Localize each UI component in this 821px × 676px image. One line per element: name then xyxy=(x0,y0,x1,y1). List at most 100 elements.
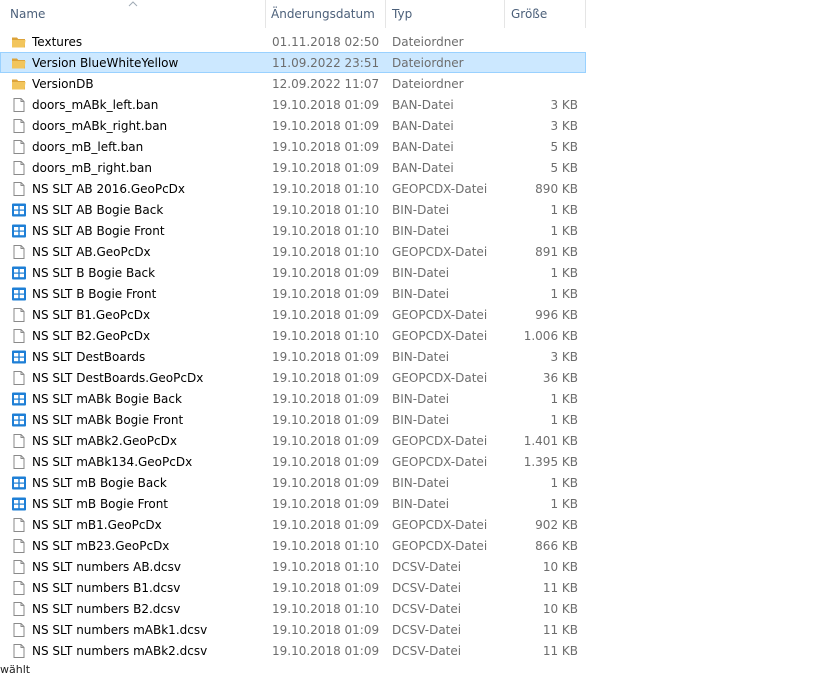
file-size: 11 KB xyxy=(542,644,578,658)
file-row[interactable]: NS SLT numbers AB.dcsv 19.10.2018 01:10 DC… xyxy=(0,556,586,577)
file-row[interactable]: NS SLT mABk Bogie Front 19.10.2018 01:09 B… xyxy=(0,409,586,430)
file-row[interactable]: doors_mABk_right.ban 19.10.2018 01:09 BAN-… xyxy=(0,115,586,136)
file-type: GEOPCDX-Datei xyxy=(392,182,488,196)
file-size: 5 KB xyxy=(550,140,578,154)
file-type: Dateiordner xyxy=(392,77,464,91)
column-header-name-label: Name xyxy=(10,7,46,21)
file-date: 19.10.2018 01:10 xyxy=(272,602,380,616)
file-size: 10 KB xyxy=(542,602,578,616)
file-date: 19.10.2018 01:09 xyxy=(272,413,380,427)
file-row[interactable]: VersionDB 12.09.2022 11:07 Dateiordner xyxy=(0,73,586,94)
file-name: NS SLT numbers mABk2.dcsv xyxy=(32,644,208,658)
file-row[interactable]: doors_mABk_left.ban 19.10.2018 01:09 BAN-D… xyxy=(0,94,586,115)
column-header-size[interactable]: Größe xyxy=(505,0,586,28)
file-date: 19.10.2018 01:09 xyxy=(272,434,380,448)
file-size: 1 KB xyxy=(550,476,578,490)
file-name: Version BlueWhiteYellow xyxy=(32,56,179,70)
file-icon xyxy=(11,559,27,575)
column-header-date[interactable]: Änderungsdatum xyxy=(266,0,386,28)
file-type: GEOPCDX-Datei xyxy=(392,329,488,343)
file-type: GEOPCDX-Datei xyxy=(392,371,488,385)
file-row[interactable]: NS SLT B Bogie Front 19.10.2018 01:09 BIN-… xyxy=(0,283,586,304)
file-name: NS SLT B Bogie Front xyxy=(32,287,157,301)
file-size: 1.395 KB xyxy=(523,455,578,469)
file-type: BIN-Datei xyxy=(392,497,450,511)
file-size: 1 KB xyxy=(550,224,578,238)
file-type: Dateiordner xyxy=(392,35,464,49)
file-name: doors_mABk_left.ban xyxy=(32,98,159,112)
file-name: NS SLT AB.GeoPcDx xyxy=(32,245,151,259)
file-date: 19.10.2018 01:09 xyxy=(272,350,380,364)
file-icon xyxy=(11,580,27,596)
file-date: 19.10.2018 01:10 xyxy=(272,203,380,217)
file-size: 996 KB xyxy=(535,308,578,322)
file-type: BIN-Datei xyxy=(392,413,450,427)
file-size: 1 KB xyxy=(550,266,578,280)
file-icon xyxy=(11,139,27,155)
file-name: VersionDB xyxy=(32,77,94,91)
sort-ascending-icon xyxy=(128,1,138,7)
file-name: NS SLT numbers mABk1.dcsv xyxy=(32,623,208,637)
file-type: Dateiordner xyxy=(392,56,464,70)
file-icon xyxy=(11,622,27,638)
file-type: DCSV-Datei xyxy=(392,623,462,637)
file-type: BIN-Datei xyxy=(392,476,450,490)
file-date: 19.10.2018 01:10 xyxy=(272,245,380,259)
file-row[interactable]: NS SLT mABk134.GeoPcDx 19.10.2018 01:09 GE… xyxy=(0,451,586,472)
file-row[interactable]: NS SLT mB Bogie Back 19.10.2018 01:09 BIN-… xyxy=(0,472,586,493)
file-date: 19.10.2018 01:09 xyxy=(272,98,380,112)
file-icon xyxy=(11,517,27,533)
file-row[interactable]: NS SLT mB23.GeoPcDx 19.10.2018 01:10 GEOPC… xyxy=(0,535,586,556)
file-row[interactable]: NS SLT AB Bogie Back 19.10.2018 01:10 BIN-… xyxy=(0,199,586,220)
file-size: 1 KB xyxy=(550,413,578,427)
file-row[interactable]: NS SLT B1.GeoPcDx 19.10.2018 01:09 GEOPCDX… xyxy=(0,304,586,325)
file-row[interactable]: NS SLT mABk Bogie Back 19.10.2018 01:09 BI… xyxy=(0,388,586,409)
column-header-date-label: Änderungsdatum xyxy=(271,7,375,21)
file-row[interactable]: NS SLT DestBoards.GeoPcDx 19.10.2018 01:0… xyxy=(0,367,586,388)
file-row[interactable]: doors_mB_right.ban 19.10.2018 01:09 BAN-Da… xyxy=(0,157,586,178)
file-size: 902 KB xyxy=(535,518,578,532)
file-size: 1 KB xyxy=(550,287,578,301)
file-type: BIN-Datei xyxy=(392,350,450,364)
file-size: 3 KB xyxy=(550,350,578,364)
file-row[interactable]: NS SLT numbers B2.dcsv 19.10.2018 01:10 DC… xyxy=(0,598,586,619)
file-row[interactable]: NS SLT AB Bogie Front 19.10.2018 01:10 BIN… xyxy=(0,220,586,241)
bin-icon xyxy=(11,202,27,218)
file-row[interactable]: NS SLT B Bogie Back 19.10.2018 01:09 BIN-D… xyxy=(0,262,586,283)
file-row[interactable]: NS SLT B2.GeoPcDx 19.10.2018 01:10 GEOPCDX… xyxy=(0,325,586,346)
file-row[interactable]: Textures 01.11.2018 02:50 Dateiordner xyxy=(0,31,586,52)
file-size: 11 KB xyxy=(542,623,578,637)
file-row[interactable]: NS SLT DestBoards 19.10.2018 01:09 BIN-Dat… xyxy=(0,346,586,367)
file-date: 19.10.2018 01:09 xyxy=(272,518,380,532)
file-row[interactable]: doors_mB_left.ban 19.10.2018 01:09 BAN-Dat… xyxy=(0,136,586,157)
file-date: 19.10.2018 01:10 xyxy=(272,182,380,196)
bin-icon xyxy=(11,349,27,365)
column-header-type-label: Typ xyxy=(392,7,413,21)
file-name: NS SLT mABk Bogie Front xyxy=(32,413,184,427)
file-size: 36 KB xyxy=(542,371,578,385)
bin-icon xyxy=(11,391,27,407)
file-size: 3 KB xyxy=(550,98,578,112)
file-size: 1 KB xyxy=(550,392,578,406)
file-size: 5 KB xyxy=(550,161,578,175)
file-row[interactable]: NS SLT numbers B1.dcsv 19.10.2018 01:09 DC… xyxy=(0,577,586,598)
file-date: 19.10.2018 01:09 xyxy=(272,140,380,154)
file-icon xyxy=(11,118,27,134)
file-row[interactable]: NS SLT mB1.GeoPcDx 19.10.2018 01:09 GEOPCD… xyxy=(0,514,586,535)
file-size: 11 KB xyxy=(542,581,578,595)
file-row[interactable]: NS SLT numbers mABk2.dcsv 19.10.2018 01:0… xyxy=(0,640,586,661)
file-name: doors_mB_right.ban xyxy=(32,161,152,175)
column-header-type[interactable]: Typ xyxy=(386,0,505,28)
folder-icon xyxy=(11,76,27,92)
file-name: NS SLT mABk134.GeoPcDx xyxy=(32,455,193,469)
file-row[interactable]: NS SLT AB 2016.GeoPcDx 19.10.2018 01:10 GE… xyxy=(0,178,586,199)
file-row[interactable]: NS SLT mB Bogie Front 19.10.2018 01:09 BIN… xyxy=(0,493,586,514)
file-icon xyxy=(11,433,27,449)
file-row[interactable]: NS SLT mABk2.GeoPcDx 19.10.2018 01:09 GEOP… xyxy=(0,430,586,451)
file-row[interactable]: Version BlueWhiteYellow 11.09.2022 23:51 D… xyxy=(0,52,586,73)
file-row[interactable]: NS SLT AB.GeoPcDx 19.10.2018 01:10 GEOPCDX… xyxy=(0,241,586,262)
bin-icon xyxy=(11,475,27,491)
file-name: NS SLT DestBoards xyxy=(32,350,146,364)
file-row[interactable]: NS SLT numbers mABk1.dcsv 19.10.2018 01:0… xyxy=(0,619,586,640)
file-name: NS SLT AB Bogie Front xyxy=(32,224,165,238)
